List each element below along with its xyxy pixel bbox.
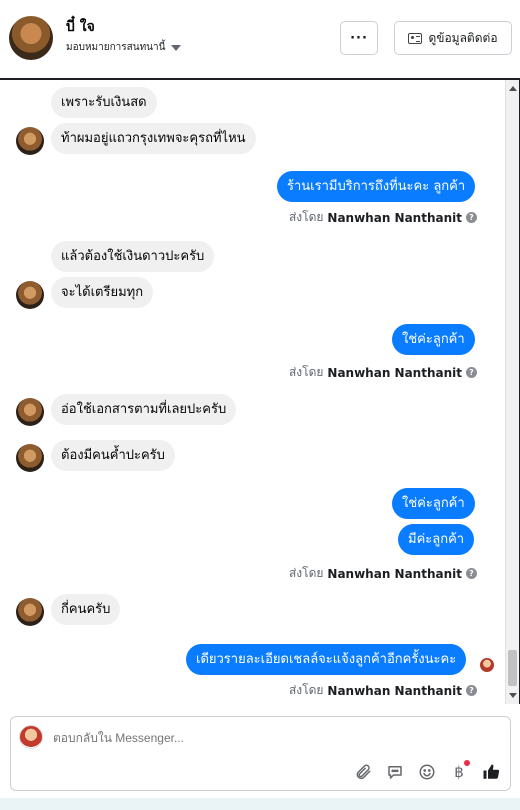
sent-by-prefix: ส่งโดย (288, 365, 324, 379)
baht-payment-icon[interactable]: ฿ (450, 760, 470, 781)
help-icon[interactable]: ? (466, 568, 477, 579)
sender-avatar (16, 127, 44, 155)
scroll-down-arrow-icon[interactable] (509, 693, 517, 698)
sent-by-label: ส่งโดย Nanwhan Nanthanit ? (289, 208, 477, 227)
sender-name: Nanwhan Nanthanit (327, 566, 462, 581)
reply-input[interactable] (53, 731, 353, 745)
composer-toolbar: ฿ (354, 760, 500, 781)
sender-avatar (16, 444, 44, 472)
paperclip-icon[interactable] (354, 763, 372, 781)
message-incoming: แล้วต้องใช้เงินดาวปะครับ (51, 241, 215, 272)
baht-label: ฿ (454, 763, 464, 781)
reply-composer: ฿ (10, 716, 511, 791)
assign-label: มอบหมายการสนทนานี้ (66, 42, 166, 53)
message-incoming: กี่คนครับ (51, 594, 121, 625)
sender-name: Nanwhan Nanthanit (327, 365, 462, 380)
scrollbar-thumb[interactable] (508, 650, 517, 686)
thread-scrollbar[interactable] (505, 80, 519, 704)
sender-name: Nanwhan Nanthanit (327, 683, 462, 698)
conversation-header: บี๋ ใจ มอบหมายการสนทนานี้ ··· ดูข้อมูลติ… (0, 0, 520, 80)
sender-name: Nanwhan Nanthanit (327, 210, 462, 225)
message-outgoing: ใช่ค่ะลูกค้า (392, 488, 475, 519)
thumbs-up-icon[interactable] (482, 763, 500, 781)
notification-dot (464, 760, 470, 766)
smile-icon[interactable] (418, 763, 436, 781)
view-contact-label: ดูข้อมูลติดต่อ (428, 30, 498, 45)
assign-conversation-dropdown[interactable]: มอบหมายการสนทนานี้ (66, 40, 182, 55)
help-icon[interactable]: ? (466, 367, 477, 378)
message-incoming: ท้าผมอยู่แถวกรุงเทพจะคุรถที่ไหน (51, 123, 256, 154)
sender-avatar (16, 398, 44, 426)
message-incoming: เพราะรับเงินสด (51, 87, 157, 118)
seen-indicator-avatar (480, 658, 494, 672)
contact-name[interactable]: บี๋ ใจ (66, 16, 95, 38)
view-contact-button[interactable]: ดูข้อมูลติดต่อ (394, 21, 512, 55)
message-outgoing: เดียวรายละเอียดเชลล์จะแจ้งลูกค้าอีกครั้ง… (186, 644, 467, 675)
contact-avatar[interactable] (9, 16, 53, 60)
sent-by-label: ส่งโดย Nanwhan Nanthanit ? (289, 363, 477, 382)
contact-card-icon (408, 32, 423, 44)
sent-by-label: ส่งโดย Nanwhan Nanthanit ? (289, 564, 477, 583)
message-incoming: จะได้เตรียมทุก (51, 277, 154, 308)
message-outgoing: ใช่ค่ะลูกค้า (392, 324, 475, 355)
sender-avatar (16, 598, 44, 626)
message-thread[interactable]: เพราะรับเงินสด ท้าผมอยู่แถวกรุงเทพจะคุรถ… (0, 80, 520, 704)
message-incoming: ต้องมีคนค้ำปะครับ (51, 440, 175, 471)
sent-by-label: ส่งโดย Nanwhan Nanthanit ? (289, 681, 477, 700)
message-outgoing: ร้านเรามีบริการถึงที่นะคะ ลูกค้า (277, 171, 476, 202)
sent-by-prefix: ส่งโดย (288, 566, 324, 580)
more-options-button[interactable]: ··· (340, 21, 378, 55)
caret-down-icon (171, 44, 182, 51)
page-footer-strip (0, 798, 520, 810)
sent-by-prefix: ส่งโดย (288, 210, 324, 224)
page-avatar (19, 725, 43, 749)
sender-avatar (16, 281, 44, 309)
speech-bubble-icon[interactable] (386, 763, 404, 781)
message-outgoing: มีค่ะลูกค้า (398, 524, 475, 555)
help-icon[interactable]: ? (466, 685, 477, 696)
help-icon[interactable]: ? (466, 212, 477, 223)
message-incoming: อ่อใช้เอกสารตามที่เลยปะครับ (51, 394, 237, 425)
scroll-up-arrow-icon[interactable] (509, 86, 517, 91)
sent-by-prefix: ส่งโดย (288, 683, 324, 697)
